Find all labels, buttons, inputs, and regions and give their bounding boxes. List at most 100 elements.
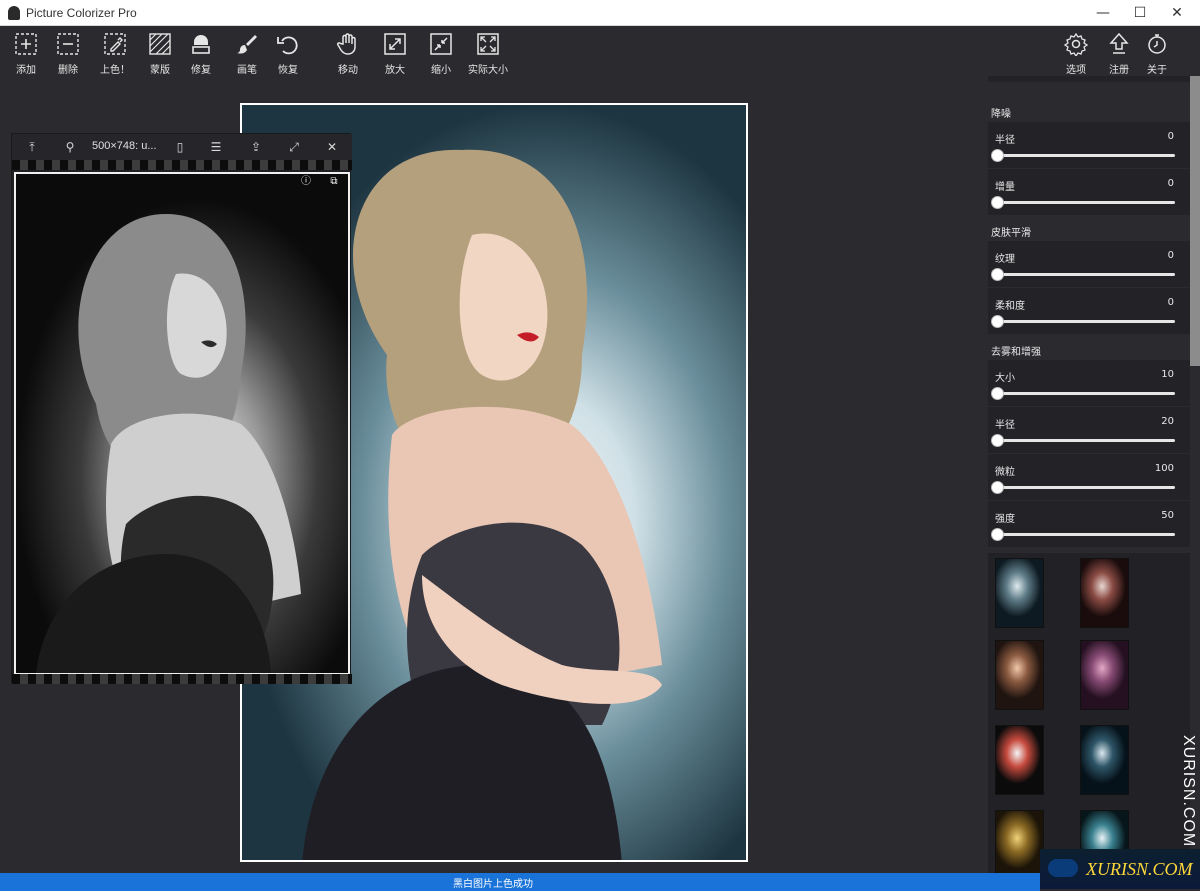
mask-label: 蒙版 [150, 65, 170, 76]
undo-label: 恢复 [278, 65, 298, 76]
preset-thumbnail[interactable] [995, 725, 1044, 795]
slider-skin-texture[interactable]: 纹理 0 [988, 241, 1190, 287]
undo-icon [277, 36, 298, 55]
window-title: Picture Colorizer Pro [26, 6, 137, 20]
zoom-in-label: 放大 [385, 65, 405, 76]
register-icon [1109, 32, 1129, 54]
file-icon[interactable]: ▯ [172, 139, 188, 155]
film-strip-top [12, 160, 352, 170]
slider-label: 大小 [995, 373, 1015, 384]
slider-track [997, 320, 1175, 323]
repair-button[interactable]: 修复 [178, 32, 224, 76]
panel-scrollbar[interactable] [1190, 76, 1200, 366]
repair-icon [192, 35, 210, 54]
slider-noise-radius[interactable]: 半径 0 [988, 122, 1190, 168]
section-dehaze-enhance: 去雾和增强 [988, 338, 1190, 360]
zoom-in-icon [384, 33, 406, 55]
slider-label: 柔和度 [995, 301, 1025, 312]
brush-icon [237, 35, 257, 54]
slider-track [997, 392, 1175, 395]
slider-value: 10 [1161, 369, 1174, 380]
preset-thumbnail[interactable] [995, 558, 1044, 628]
close-icon[interactable]: ✕ [324, 139, 340, 155]
slider-dehaze-grain[interactable]: 微粒 100 [988, 454, 1190, 500]
preset-thumbnail[interactable] [1080, 725, 1129, 795]
slider-skin-softness[interactable]: 柔和度 0 [988, 288, 1190, 334]
slider-noise-amount[interactable]: 增量 0 [988, 169, 1190, 215]
slider-thumb[interactable] [991, 387, 1004, 400]
slider-value: 20 [1161, 416, 1174, 427]
zoom-out-button[interactable]: 缩小 [418, 32, 464, 76]
slider-thumb[interactable] [991, 149, 1004, 162]
preview-title: 500×748: u... [92, 140, 157, 152]
preset-thumbnail[interactable] [1080, 640, 1129, 710]
brush-label: 画笔 [237, 65, 257, 76]
add-button[interactable]: 添加 [3, 32, 49, 76]
colorize-button[interactable]: 上色！ [92, 32, 138, 76]
preset-thumbnail[interactable] [995, 810, 1044, 873]
slider-thumb[interactable] [991, 196, 1004, 209]
slider-value: 0 [1167, 297, 1174, 308]
colorize-icon [104, 33, 126, 55]
vertical-watermark: XURISN.COM [1180, 735, 1197, 848]
original-preview-window[interactable]: ⤒ ⚲ 500×748: u... ▯ ☰ ⇪ ⤢ ✕ ⓘ ⧉ [11, 133, 352, 684]
slider-dehaze-size[interactable]: 大小 10 [988, 360, 1190, 406]
slider-thumb[interactable] [991, 268, 1004, 281]
slider-dehaze-radius[interactable]: 半径 20 [988, 407, 1190, 453]
status-message: 黑白图片上色成功 [453, 879, 533, 890]
slider-track [997, 486, 1175, 489]
list-icon[interactable]: ☰ [208, 139, 224, 155]
gear-icon [1064, 32, 1088, 56]
brush-button[interactable]: 画笔 [224, 32, 270, 76]
previous-slider[interactable] [988, 76, 1190, 82]
slider-label: 纹理 [995, 254, 1015, 265]
bw-portrait [36, 214, 301, 673]
about-button[interactable]: 关于 [1134, 32, 1180, 76]
zoom-in-button[interactable]: 放大 [372, 32, 418, 76]
add-label: 添加 [16, 65, 36, 76]
pin-icon[interactable]: ⚲ [62, 139, 78, 155]
slider-track [997, 154, 1175, 157]
colorize-label: 上色！ [100, 65, 130, 76]
slider-value: 100 [1154, 463, 1174, 474]
section-noise-reduction: 降噪 [988, 100, 1190, 122]
share-icon[interactable]: ⇪ [248, 139, 264, 155]
mask-button[interactable]: 蒙版 [137, 32, 183, 76]
move-button[interactable]: 移动 [325, 32, 371, 76]
move-label: 移动 [338, 65, 358, 76]
slider-track [997, 439, 1175, 442]
slider-thumb[interactable] [991, 315, 1004, 328]
pin-top-icon[interactable]: ⤒ [24, 139, 40, 155]
main-toolbar: 添加 删除 上色！ 蒙版 修复 画笔 恢复 移动 放大 缩小 实际大小 选项 注… [0, 26, 1200, 76]
undo-button[interactable]: 恢复 [265, 32, 311, 76]
slider-dehaze-strength[interactable]: 强度 50 [988, 501, 1190, 547]
preset-thumbnail[interactable] [995, 640, 1044, 710]
about-icon [1148, 34, 1166, 54]
slider-label: 强度 [995, 514, 1015, 525]
expand-icon[interactable]: ⤢ [286, 139, 302, 155]
slider-thumb[interactable] [991, 434, 1004, 447]
hand-icon [337, 33, 356, 55]
preset-thumbnail[interactable] [1080, 558, 1129, 628]
watermark-logo-icon [1048, 859, 1078, 877]
slider-label: 半径 [995, 420, 1015, 431]
watermark-text: XURISN.COM [1086, 859, 1193, 879]
actual-size-label: 实际大小 [468, 65, 508, 76]
slider-thumb[interactable] [991, 481, 1004, 494]
close-button[interactable]: ✕ [1154, 0, 1200, 26]
repair-label: 修复 [191, 65, 211, 76]
slider-label: 微粒 [995, 467, 1015, 478]
add-icon [15, 33, 37, 55]
remove-button[interactable]: 删除 [45, 32, 91, 76]
slider-track [997, 533, 1175, 536]
options-button[interactable]: 选项 [1053, 32, 1099, 76]
actual-size-button[interactable]: 实际大小 [465, 32, 511, 76]
slider-track [997, 201, 1175, 204]
zoom-out-label: 缩小 [431, 65, 451, 76]
slider-track [997, 273, 1175, 276]
mask-icon [149, 33, 171, 55]
remove-icon [57, 33, 79, 55]
slider-thumb[interactable] [991, 528, 1004, 541]
slider-label: 半径 [995, 135, 1015, 146]
zoom-out-icon [430, 33, 452, 55]
